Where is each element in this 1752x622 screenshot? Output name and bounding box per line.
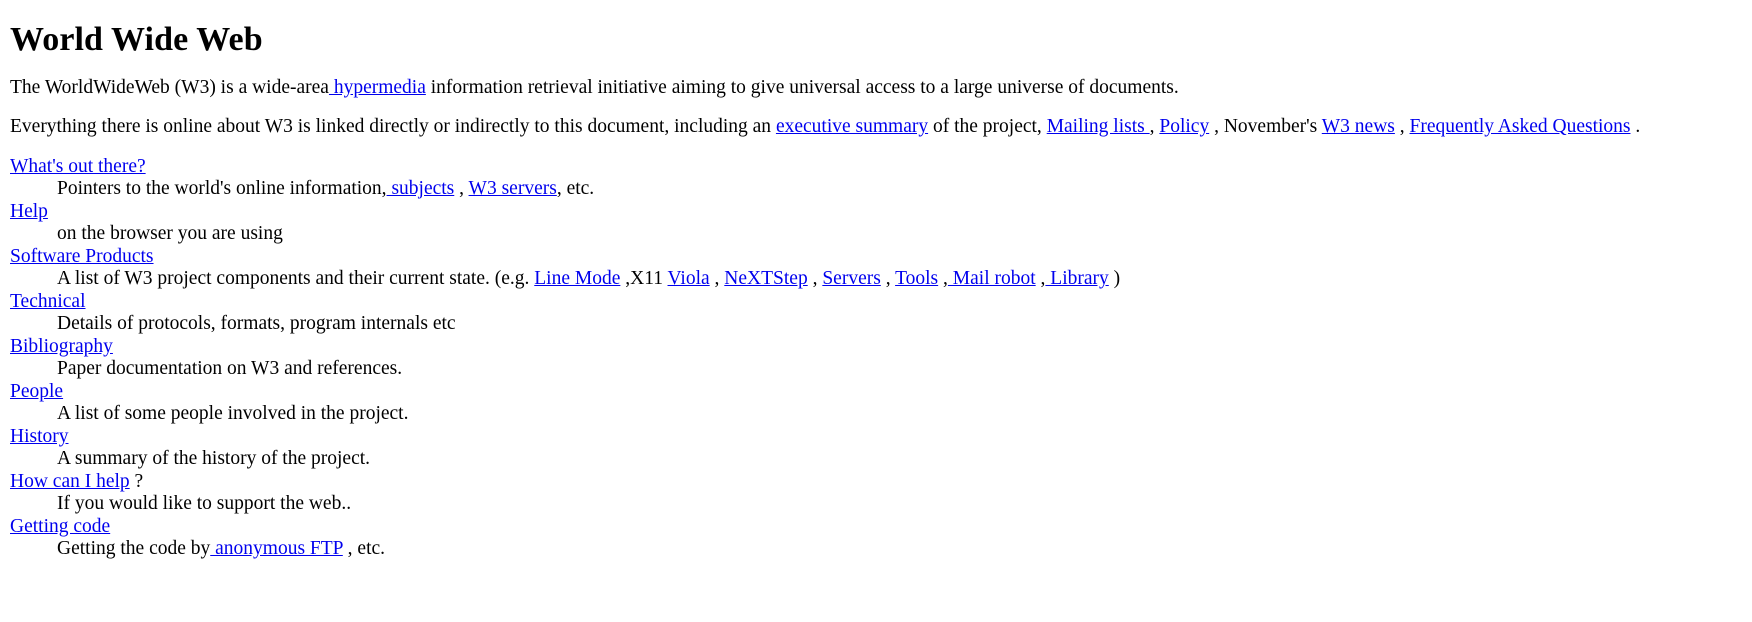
index-description: A list of W3 project components and thei…: [10, 269, 1742, 289]
index-description-text: Details of protocols, formats, program i…: [57, 313, 456, 335]
index-term: How can I help ?: [10, 470, 1742, 495]
overview-paragraph: Everything there is online about W3 is l…: [10, 117, 1742, 137]
index-description-text: ,: [1035, 268, 1046, 290]
index-term: What's out there?: [10, 156, 1742, 180]
index-description-text: ,X11: [620, 268, 668, 290]
index-term: Software Products: [10, 246, 1742, 270]
index-term: Bibliography: [10, 336, 1742, 360]
link-viola[interactable]: Viola: [668, 268, 710, 289]
index-description: on the browser you are using: [10, 224, 1742, 244]
site-index-list: What's out there? Pointers to the world's…: [10, 156, 1742, 559]
link-mailing-lists[interactable]: Mailing lists: [1047, 116, 1150, 137]
link-history[interactable]: History: [10, 426, 69, 447]
link-tools[interactable]: Tools: [895, 268, 938, 289]
document-body: World Wide Web The WorldWideWeb (W3) is …: [0, 0, 1752, 559]
index-description-text: ,: [938, 268, 948, 290]
index-term: Technical: [10, 291, 1742, 315]
link-servers[interactable]: Servers: [822, 268, 880, 289]
overview-text-4: , November's: [1209, 116, 1322, 138]
overview-text-6: .: [1630, 116, 1641, 138]
link-frequently-asked-questions[interactable]: Frequently Asked Questions: [1410, 116, 1631, 137]
index-description-text: , etc.: [342, 538, 386, 560]
index-term: Getting code: [10, 516, 1742, 540]
index-term: Help: [10, 201, 1742, 225]
index-description-text: Getting the code by: [57, 538, 211, 560]
link-w3-news[interactable]: W3 news: [1322, 116, 1395, 137]
index-description: A list of some people involved in the pr…: [10, 404, 1742, 424]
index-term-suffix: ?: [129, 470, 144, 492]
index-description: Details of protocols, formats, program i…: [10, 314, 1742, 334]
link-how-can-i-help[interactable]: How can I help: [10, 471, 130, 492]
link-mail-robot[interactable]: Mail robot: [948, 268, 1036, 289]
link-line-mode[interactable]: Line Mode: [534, 268, 620, 289]
index-description-text: Paper documentation on W3 and references…: [57, 358, 403, 380]
overview-text-3: ,: [1149, 116, 1160, 138]
index-term: People: [10, 381, 1742, 405]
overview-text-5: ,: [1394, 116, 1410, 138]
link-technical[interactable]: Technical: [10, 291, 86, 312]
link-bibliography[interactable]: Bibliography: [10, 336, 113, 357]
index-description-text: A list of some people involved in the pr…: [57, 403, 409, 425]
link-policy[interactable]: Policy: [1159, 116, 1209, 137]
index-description: Paper documentation on W3 and references…: [10, 359, 1742, 379]
index-description: Pointers to the world's online informati…: [10, 179, 1742, 199]
index-description-text: , etc.: [556, 178, 595, 200]
link-help[interactable]: Help: [10, 201, 48, 222]
index-description: A summary of the history of the project.: [10, 449, 1742, 469]
index-description-text: A list of W3 project components and thei…: [57, 268, 535, 290]
intro-text-after: information retrieval initiative aiming …: [425, 76, 1179, 98]
page-title: World Wide Web: [10, 21, 263, 58]
link-people[interactable]: People: [10, 381, 63, 402]
overview-text-1: Everything there is online about W3 is l…: [10, 116, 776, 138]
index-description-text: Pointers to the world's online informati…: [57, 178, 387, 200]
link-w3-servers[interactable]: W3 servers: [469, 178, 557, 199]
intro-paragraph: The WorldWideWeb (W3) is a wide-area hyp…: [10, 76, 1742, 98]
index-description-text: If you would like to support the web..: [57, 493, 352, 515]
index-description: Getting the code by anonymous FTP , etc.: [10, 539, 1742, 559]
link-what-s-out-there[interactable]: What's out there?: [10, 156, 146, 177]
link-getting-code[interactable]: Getting code: [10, 516, 110, 537]
link-hypermedia[interactable]: hypermedia: [329, 77, 426, 98]
link-subjects[interactable]: subjects: [387, 178, 454, 199]
index-description-text: ,: [454, 178, 469, 200]
index-description-text: ,: [709, 268, 725, 290]
link-nextstep[interactable]: NeXTStep: [724, 268, 807, 289]
index-description-text: on the browser you are using: [57, 223, 283, 245]
index-description-text: ,: [880, 268, 896, 290]
index-description-text: ,: [807, 268, 823, 290]
link-executive-summary[interactable]: executive summary: [776, 116, 928, 137]
index-description-text: A summary of the history of the project.: [57, 448, 371, 470]
index-term: History: [10, 426, 1742, 450]
overview-text-2: of the project,: [928, 116, 1047, 138]
link-anonymous-ftp[interactable]: anonymous FTP: [210, 538, 343, 559]
intro-text-before: The WorldWideWeb (W3) is a wide-area: [10, 76, 329, 98]
link-library[interactable]: Library: [1045, 268, 1108, 289]
link-software-products[interactable]: Software Products: [10, 246, 154, 267]
index-description: If you would like to support the web..: [10, 494, 1742, 514]
index-description-text: ): [1108, 268, 1121, 290]
